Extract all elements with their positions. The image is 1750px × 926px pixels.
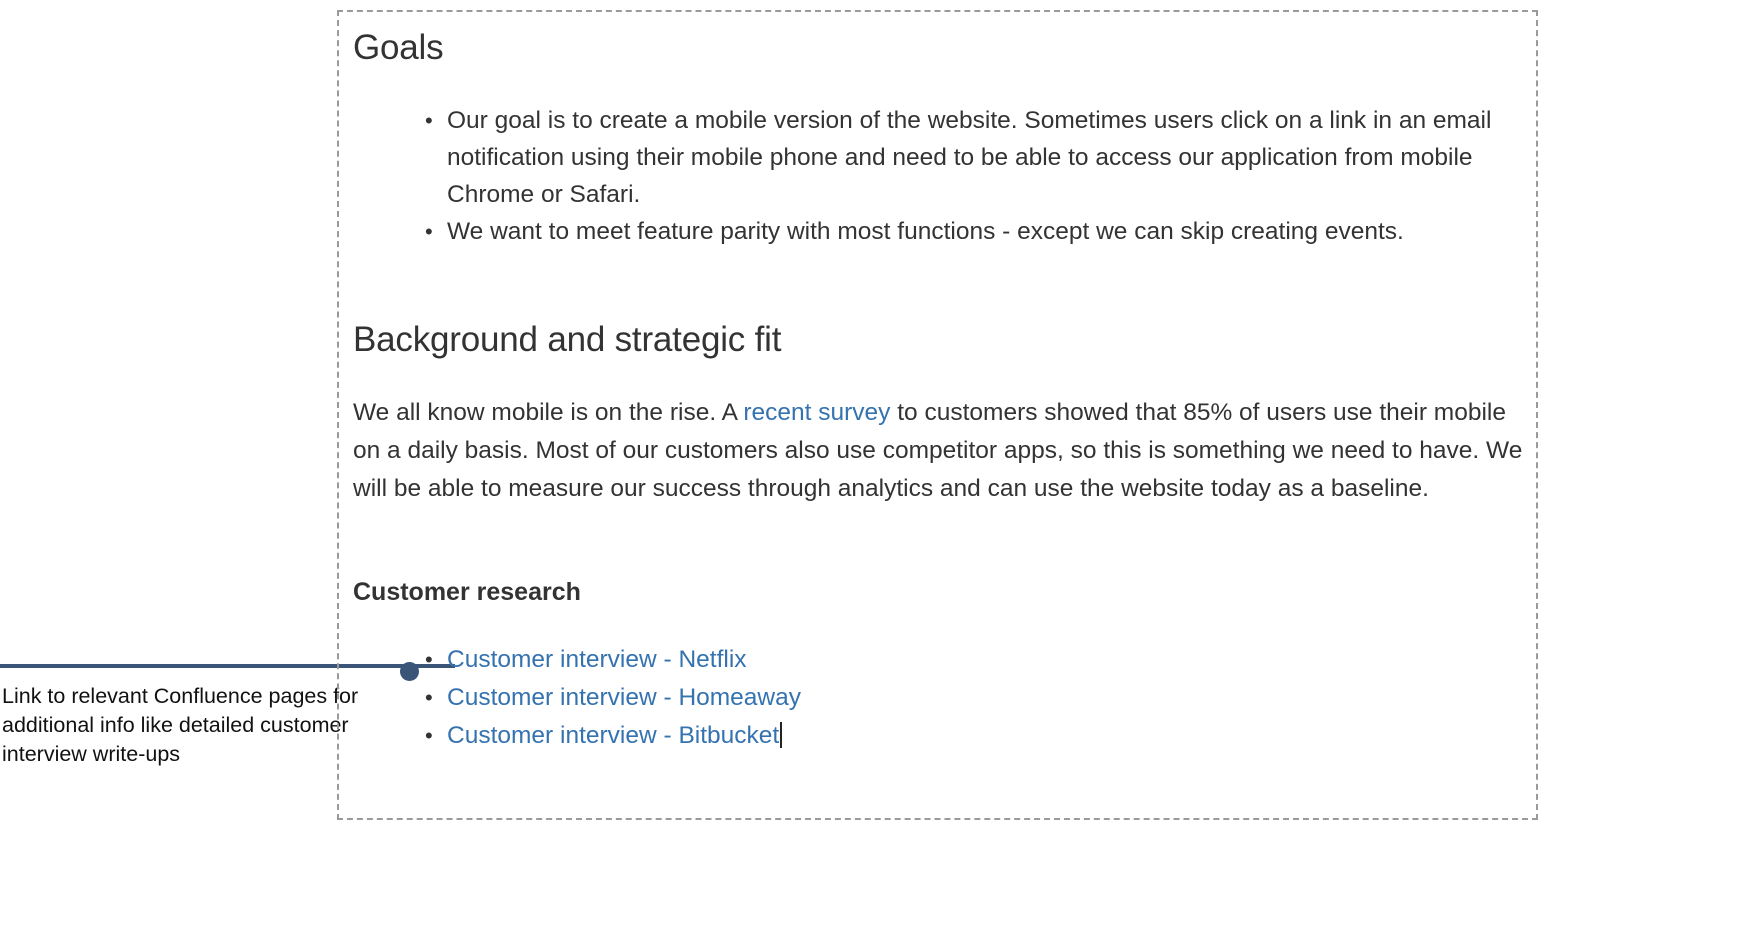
list-item: Our goal is to create a mobile version o… [425,102,1524,213]
paragraph-text-before-link: We all know mobile is on the rise. A [353,399,744,426]
list-item: Customer interview - Netflix [425,641,1524,679]
background-heading: Background and strategic fit [353,320,782,359]
text-cursor-caret [780,722,783,748]
background-paragraph: We all know mobile is on the rise. A rec… [353,394,1524,508]
customer-interview-homeaway-link[interactable]: Customer interview - Homeaway [447,684,801,711]
goals-bullet-list: Our goal is to create a mobile version o… [353,102,1524,250]
customer-interview-bitbucket-link[interactable]: Customer interview - Bitbucket [447,722,779,749]
list-item: Customer interview - Bitbucket [425,717,1524,755]
document-content-frame: Goals Our goal is to create a mobile ver… [337,10,1538,820]
list-item: Customer interview - Homeaway [425,679,1524,717]
customer-research-link-list: Customer interview - Netflix Customer in… [353,641,1524,755]
annotation-caption-text: Link to relevant Confluence pages for ad… [2,684,359,766]
recent-survey-link[interactable]: recent survey [743,399,890,426]
goals-heading: Goals [353,28,444,67]
document-body: Goals Our goal is to create a mobile ver… [353,28,1524,755]
customer-research-heading: Customer research [353,578,581,606]
customer-interview-netflix-link[interactable]: Customer interview - Netflix [447,646,747,673]
list-item: We want to meet feature parity with most… [425,213,1524,250]
